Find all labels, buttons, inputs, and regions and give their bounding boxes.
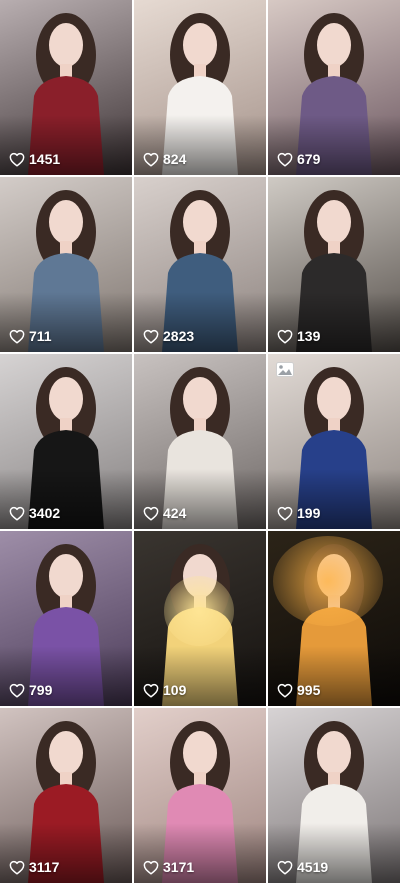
like-count: 824	[143, 151, 186, 167]
like-count-label: 109	[163, 682, 187, 698]
heart-icon	[277, 506, 293, 521]
heart-icon	[277, 683, 293, 698]
like-count: 1451	[9, 151, 60, 167]
like-count: 109	[143, 682, 186, 698]
like-count: 711	[9, 328, 52, 344]
like-count-label: 799	[29, 682, 53, 698]
heart-icon	[143, 152, 159, 167]
like-count-label: 3402	[29, 505, 61, 521]
video-thumbnail[interactable]: 3117	[0, 708, 132, 883]
video-thumbnail[interactable]: 424	[134, 354, 266, 529]
like-count: 424	[143, 505, 186, 521]
video-thumbnail[interactable]: 711	[0, 177, 132, 352]
like-count: 679	[277, 151, 320, 167]
like-count: 3171	[143, 859, 194, 875]
like-count-label: 995	[297, 682, 321, 698]
heart-icon	[143, 683, 159, 698]
video-thumbnail[interactable]: 1451	[0, 0, 132, 175]
like-count: 4519	[277, 859, 328, 875]
like-count: 2823	[143, 328, 194, 344]
heart-icon	[9, 860, 25, 875]
like-count-label: 3171	[163, 859, 195, 875]
heart-icon	[277, 860, 293, 875]
like-count-label: 2823	[163, 328, 195, 344]
like-count-label: 824	[163, 151, 187, 167]
like-count: 199	[277, 505, 320, 521]
light-glow	[164, 576, 234, 646]
heart-icon	[277, 329, 293, 344]
like-count-label: 1451	[29, 151, 61, 167]
video-thumbnail[interactable]: 4519	[268, 708, 400, 883]
like-count: 799	[9, 682, 52, 698]
heart-icon	[9, 152, 25, 167]
firework-glow	[273, 536, 383, 626]
like-count-label: 139	[297, 328, 321, 344]
image-icon	[276, 362, 294, 377]
video-thumbnail[interactable]: 995	[268, 531, 400, 706]
like-count-label: 4519	[297, 859, 329, 875]
heart-icon	[277, 152, 293, 167]
heart-icon	[9, 506, 25, 521]
video-thumbnail[interactable]: 799	[0, 531, 132, 706]
like-count: 139	[277, 328, 320, 344]
heart-icon	[143, 860, 159, 875]
like-count: 3117	[9, 859, 59, 875]
video-thumbnail[interactable]: 3402	[0, 354, 132, 529]
like-count-label: 424	[163, 505, 187, 521]
video-thumbnail[interactable]: 824	[134, 0, 266, 175]
video-thumbnail[interactable]: 199	[268, 354, 400, 529]
heart-icon	[9, 683, 25, 698]
like-count: 3402	[9, 505, 60, 521]
video-grid: 1451 824 679 711 2823 139 3402 424 199 799 109 995 3…	[0, 0, 400, 883]
like-count-label: 679	[297, 151, 321, 167]
like-count-label: 711	[29, 328, 52, 344]
heart-icon	[9, 329, 25, 344]
video-thumbnail[interactable]: 2823	[134, 177, 266, 352]
video-thumbnail[interactable]: 109	[134, 531, 266, 706]
video-thumbnail[interactable]: 139	[268, 177, 400, 352]
video-thumbnail[interactable]: 3171	[134, 708, 266, 883]
video-thumbnail[interactable]: 679	[268, 0, 400, 175]
like-count-label: 199	[297, 505, 321, 521]
like-count-label: 3117	[29, 859, 60, 875]
heart-icon	[143, 506, 159, 521]
heart-icon	[143, 329, 159, 344]
like-count: 995	[277, 682, 320, 698]
